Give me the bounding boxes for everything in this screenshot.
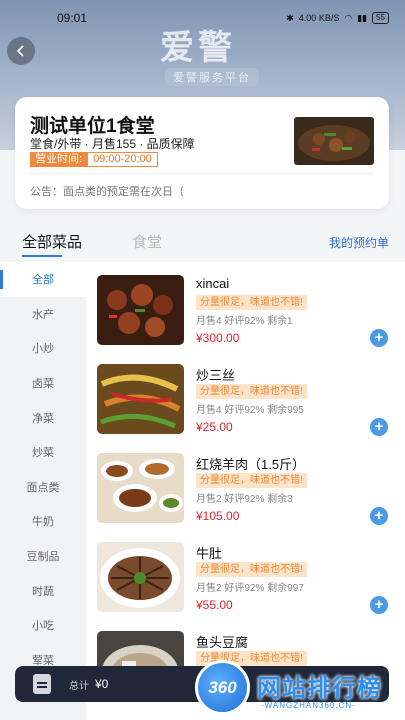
category-item[interactable]: 卤菜 <box>0 366 86 401</box>
bluetooth-icon: ✱ <box>286 12 294 23</box>
cart-icon[interactable] <box>33 674 51 694</box>
dish-tag: 分量很足，味道也不错! <box>196 384 307 399</box>
store-notice: 公告：面点类的预定需在次日（ <box>30 186 184 198</box>
dish-item[interactable]: 牛肚 分量很足，味道也不错! 月售2 好评92% 剩余997 ¥55.00 + <box>86 529 405 618</box>
dish-tag: 分量很足，味道也不错! <box>196 295 307 310</box>
dish-tag: 分量很足，味道也不错! <box>196 473 307 488</box>
dish-image <box>97 453 184 523</box>
category-item[interactable]: 水产 <box>0 297 86 332</box>
category-sidebar: 全部 水产 小炒 卤菜 净菜 炒菜 面点类 牛奶 豆制品 时蔬 小吃 荤菜 ..… <box>0 262 86 720</box>
category-item[interactable]: 小炒 <box>0 331 86 366</box>
add-to-cart-button[interactable]: + <box>370 418 388 436</box>
dish-name: 炒三丝 <box>196 368 236 383</box>
dish-tag: 分量很足，味道也不错! <box>196 562 307 577</box>
dish-list: xincai 分量很足，味道也不错! 月售4 好评92% 剩余1 ¥300.00… <box>86 262 405 720</box>
divider <box>30 173 374 174</box>
dish-name: 红烧羊肉（1.5斤） <box>196 457 306 472</box>
dish-image <box>97 364 184 434</box>
category-item[interactable]: 时蔬 <box>0 573 86 608</box>
watermark-subtext: -WANGZHAN360.CN- <box>261 701 356 710</box>
chevron-left-icon <box>16 45 24 57</box>
dish-name: 鱼头豆腐 <box>196 635 249 650</box>
category-item[interactable]: 小吃 <box>0 608 86 643</box>
network-speed: 4.00 KB/S <box>298 13 340 23</box>
brand-logo: 爱警 <box>160 28 236 68</box>
category-item[interactable]: 净菜 <box>0 400 86 435</box>
brand-subtitle: 爱警服务平台 <box>165 68 259 86</box>
dish-item[interactable]: 红烧羊肉（1.5斤） 分量很足，味道也不错! 月售2 好评92% 剩余3 ¥10… <box>86 440 405 529</box>
wifi-icon: ◠ <box>344 12 353 23</box>
status-time: 09:01 <box>57 11 88 25</box>
dish-price: ¥300.00 <box>196 331 240 345</box>
tab-canteen[interactable]: 食堂 <box>132 231 162 252</box>
cart-total-label: 总计 <box>69 680 89 692</box>
dish-name: 牛肚 <box>196 546 223 561</box>
tab-all-dishes[interactable]: 全部菜品 <box>22 231 82 252</box>
hours-label: 营业时间: <box>30 152 88 167</box>
dish-price: ¥25.00 <box>196 420 233 434</box>
dish-stats: 月售2 好评92% 剩余997 <box>196 583 304 594</box>
tab-active-indicator <box>22 255 62 257</box>
watermark-badge: 360 <box>195 660 250 715</box>
store-name: 测试单位1食堂 <box>30 116 155 137</box>
add-to-cart-button[interactable]: + <box>370 596 388 614</box>
menu-tabs: 全部菜品 食堂 我的预约单 <box>0 225 405 261</box>
dish-image <box>97 542 184 612</box>
signal-icon: ▮▮ <box>357 12 368 23</box>
back-button[interactable] <box>7 37 35 65</box>
dish-stats: 月售4 好评92% 剩余995 <box>196 405 304 416</box>
category-item[interactable]: 全部 <box>0 262 86 297</box>
category-item[interactable]: 牛奶 <box>0 504 86 539</box>
store-card: 测试单位1食堂 堂食/外带 · 月售155 · 品质保障 营业时间: 09:00… <box>15 97 389 209</box>
store-image <box>294 117 374 165</box>
category-item[interactable]: 炒菜 <box>0 435 86 470</box>
watermark-text: 网站排行榜 <box>257 675 382 702</box>
dish-stats: 月售2 好评92% 剩余3 <box>196 494 293 505</box>
cart-total: ¥0 <box>95 677 109 691</box>
status-icons: ✱ 4.00 KB/S ◠ ▮▮ 55 <box>286 12 389 24</box>
battery-icon: 55 <box>372 12 389 24</box>
dish-name: xincai <box>196 276 230 291</box>
watermark: 360 网站排行榜 -WANGZHAN360.CN- <box>195 660 405 720</box>
my-booking-link[interactable]: 我的预约单 <box>329 234 389 251</box>
dish-item[interactable]: xincai 分量很足，味道也不错! 月售4 好评92% 剩余1 ¥300.00… <box>86 262 405 351</box>
add-to-cart-button[interactable]: + <box>370 329 388 347</box>
hours-value: 09:00-20:00 <box>87 152 158 167</box>
dish-price: ¥105.00 <box>196 509 240 523</box>
add-to-cart-button[interactable]: + <box>370 507 388 525</box>
category-item[interactable]: 豆制品 <box>0 539 86 574</box>
business-hours: 营业时间: 09:00-20:00 <box>30 152 158 167</box>
category-item[interactable]: 面点类 <box>0 470 86 505</box>
dish-image <box>97 275 184 345</box>
dish-price: ¥55.00 <box>196 598 233 612</box>
dish-item[interactable]: 炒三丝 分量很足，味道也不错! 月售4 好评92% 剩余995 ¥25.00 + <box>86 351 405 440</box>
store-meta: 堂食/外带 · 月售155 · 品质保障 <box>30 137 195 151</box>
dish-stats: 月售4 好评92% 剩余1 <box>196 316 293 327</box>
